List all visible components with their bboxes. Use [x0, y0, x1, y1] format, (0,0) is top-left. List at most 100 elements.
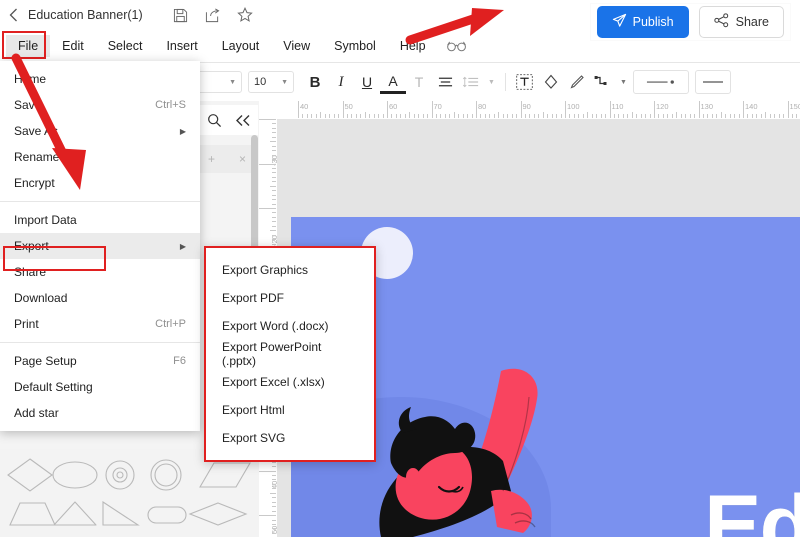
ruler-tick	[631, 112, 633, 118]
file-menu-item-encrypt[interactable]: Encrypt	[0, 170, 200, 196]
ruler-tick	[338, 114, 340, 118]
file-dropdown-menu[interactable]: Home Save Ctrl+S Save As ▶ Rename Encryp…	[0, 61, 200, 431]
file-menu-item-page-setup[interactable]: Page Setup F6	[0, 348, 200, 374]
file-menu-item-home[interactable]: Home	[0, 66, 200, 92]
file-menu-item-share[interactable]: Share	[0, 259, 200, 285]
ruler-tick	[565, 101, 566, 118]
menu-item-symbol[interactable]: Symbol	[322, 35, 388, 57]
ruler-tick	[404, 114, 406, 118]
ruler-tick	[480, 114, 482, 118]
file-menu-item-save[interactable]: Save Ctrl+S	[0, 92, 200, 118]
ruler-tick	[498, 112, 500, 118]
ruler-tick	[272, 123, 276, 125]
ruler-tick	[272, 466, 276, 468]
share-button[interactable]: Share	[698, 6, 784, 38]
chevron-right-icon: ▶	[179, 126, 186, 136]
ruler-tick	[259, 470, 276, 472]
ruler-tick	[573, 114, 575, 118]
menu-item-file[interactable]: File	[6, 35, 51, 57]
underline-button[interactable]: U	[354, 69, 380, 95]
ruler-label: 90	[522, 102, 531, 111]
line-weight-select[interactable]	[694, 70, 731, 94]
ruler-tick	[622, 114, 624, 118]
ruler-tick	[587, 112, 589, 118]
pen-button[interactable]	[564, 69, 590, 95]
text-curve-button[interactable]: T	[406, 69, 432, 95]
align-button[interactable]	[432, 69, 458, 95]
file-menu-item-download[interactable]: Download	[0, 285, 200, 311]
ruler-tick	[272, 488, 276, 490]
publish-button[interactable]: Publish	[596, 6, 689, 38]
ruler-tick	[560, 114, 562, 118]
ruler-tick	[351, 114, 353, 118]
ruler-tick	[676, 112, 678, 118]
menu-item-help[interactable]: Help	[388, 35, 438, 57]
ruler-tick	[272, 501, 276, 503]
ruler-tick	[272, 172, 276, 174]
menu-label: Import Data	[14, 213, 77, 227]
ruler-tick	[418, 114, 420, 118]
font-color-button[interactable]: A	[380, 71, 406, 94]
ruler-tick	[569, 114, 571, 118]
ruler-tick	[342, 101, 344, 118]
double-chevron-left-icon[interactable]	[235, 114, 251, 127]
export-submenu-item-graphics[interactable]: Export Graphics	[206, 256, 374, 284]
fill-color-button[interactable]	[538, 69, 564, 95]
ruler-tick	[627, 114, 629, 118]
export-submenu-item-html[interactable]: Export Html	[206, 396, 374, 424]
glasses-icon[interactable]	[446, 40, 468, 52]
ruler-tick	[783, 114, 785, 118]
ruler-tick	[471, 114, 473, 118]
text-box-button[interactable]	[512, 69, 538, 95]
ruler-tick	[609, 101, 611, 118]
menu-item-select[interactable]: Select	[96, 35, 155, 57]
ruler-tick	[502, 114, 504, 118]
star-icon[interactable]	[236, 7, 253, 23]
menu-item-layout[interactable]: Layout	[210, 35, 272, 57]
menu-label: Export	[14, 239, 49, 253]
ruler-tick	[444, 114, 446, 118]
export-submenu-item-svg[interactable]: Export SVG	[206, 424, 374, 452]
file-menu-item-default-setting[interactable]: Default Setting	[0, 374, 200, 400]
ruler-tick	[765, 112, 767, 118]
export-submenu-item-excel[interactable]: Export Excel (.xlsx)	[206, 368, 374, 396]
ruler-tick	[259, 119, 276, 120]
menu-item-edit[interactable]: Edit	[50, 35, 96, 57]
chevron-left-icon[interactable]	[0, 0, 26, 30]
menu-item-view[interactable]: View	[271, 35, 322, 57]
ruler-tick	[538, 114, 540, 118]
export-icon[interactable]	[205, 7, 221, 23]
bold-button[interactable]: B	[302, 69, 328, 95]
triangle-shape	[53, 501, 97, 526]
connector-button[interactable]	[590, 69, 616, 95]
file-menu-item-save-as[interactable]: Save As ▶	[0, 118, 200, 144]
export-submenu[interactable]: Export Graphics Export PDF Export Word (…	[204, 246, 376, 462]
ruler-tick	[360, 114, 362, 118]
italic-button[interactable]: I	[328, 69, 354, 95]
menu-label: Print	[14, 317, 39, 331]
export-submenu-item-pdf[interactable]: Export PDF	[206, 284, 374, 312]
ruler-tick	[298, 101, 299, 118]
file-menu-item-print[interactable]: Print Ctrl+P	[0, 311, 200, 337]
file-menu-item-add-star[interactable]: Add star	[0, 400, 200, 426]
line-spacing-button[interactable]	[458, 69, 484, 95]
ruler-tick	[270, 185, 276, 187]
file-menu-item-rename[interactable]: Rename	[0, 144, 200, 170]
add-library-button[interactable]: +	[208, 152, 215, 166]
ruler-tick	[769, 114, 771, 118]
file-menu-item-export[interactable]: Export ▶	[0, 233, 200, 259]
ruler-tick	[662, 114, 664, 118]
export-submenu-item-powerpoint[interactable]: Export PowerPoint (.pptx)	[206, 340, 374, 368]
file-menu-item-import-data[interactable]: Import Data	[0, 207, 200, 233]
close-library-button[interactable]: ×	[239, 152, 246, 166]
font-family-select[interactable]: ▼	[196, 71, 242, 93]
line-style-select[interactable]	[632, 70, 689, 94]
ruler-tick	[272, 239, 276, 241]
menu-item-insert[interactable]: Insert	[154, 35, 209, 57]
font-size-value: 10	[254, 76, 267, 88]
save-icon[interactable]	[173, 7, 189, 23]
search-icon[interactable]	[207, 113, 222, 128]
menu-label: Save	[14, 98, 42, 112]
font-size-select[interactable]: 10 ▼	[248, 71, 294, 93]
export-submenu-item-word[interactable]: Export Word (.docx)	[206, 312, 374, 340]
